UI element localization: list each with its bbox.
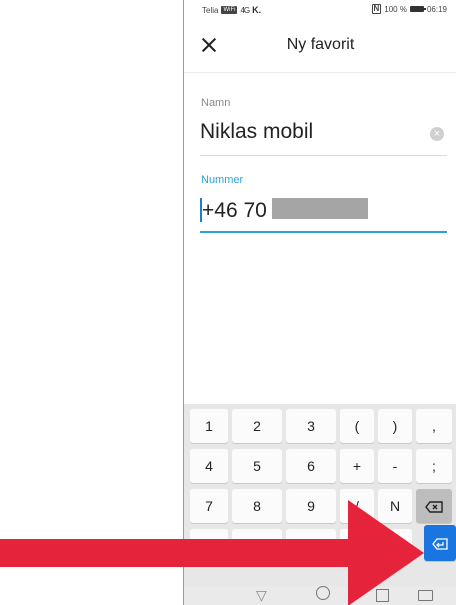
number-field[interactable]: +46 70 bbox=[200, 196, 447, 226]
key-2[interactable]: 2 bbox=[232, 409, 282, 443]
key-star[interactable]: * bbox=[190, 529, 228, 563]
carrier-badge: WiFi bbox=[221, 6, 238, 14]
key-7[interactable]: 7 bbox=[190, 489, 228, 523]
number-value: +46 70 bbox=[202, 199, 267, 222]
recents-icon[interactable] bbox=[376, 589, 389, 602]
key-5[interactable]: 5 bbox=[232, 449, 282, 483]
carrier-name: Telia bbox=[202, 5, 219, 15]
name-field-underline bbox=[200, 155, 447, 156]
enter-icon bbox=[432, 538, 448, 550]
key-open-paren[interactable]: ( bbox=[340, 409, 374, 443]
key-minus[interactable]: - bbox=[378, 449, 412, 483]
system-nav-bar: ▽ bbox=[184, 586, 456, 605]
name-label: Namn bbox=[201, 97, 231, 109]
battery-percent: 100 % bbox=[384, 4, 407, 14]
status-extra-icon: K. bbox=[252, 5, 262, 15]
key-0[interactable]: 0 bbox=[232, 529, 282, 563]
backspace-icon bbox=[425, 501, 443, 513]
key-space[interactable] bbox=[340, 529, 374, 563]
clear-icon[interactable]: × bbox=[430, 127, 444, 141]
backspace-key[interactable] bbox=[416, 489, 452, 523]
battery-icon bbox=[409, 6, 426, 12]
key-hash[interactable]: # bbox=[286, 529, 336, 563]
status-bar: Telia WiFi 4G K. N 100 % 06:19 bbox=[184, 0, 456, 20]
app-bar: Ny favorit bbox=[184, 20, 456, 73]
key-slash[interactable]: / bbox=[340, 489, 374, 523]
key-comma[interactable]: , bbox=[416, 409, 452, 443]
home-icon[interactable] bbox=[316, 586, 330, 600]
name-field[interactable]: Niklas mobil bbox=[200, 120, 313, 144]
key-3[interactable]: 3 bbox=[286, 409, 336, 443]
page-title: Ny favorit bbox=[286, 36, 355, 53]
clock: 06:19 bbox=[426, 4, 447, 14]
key-4[interactable]: 4 bbox=[190, 449, 228, 483]
key-plus[interactable]: + bbox=[340, 449, 374, 483]
carrier-info: Telia WiFi 4G K. bbox=[202, 5, 261, 15]
key-semicolon[interactable]: ; bbox=[416, 449, 452, 483]
key-blank[interactable] bbox=[378, 529, 412, 563]
signal-icon: 4G bbox=[240, 5, 250, 15]
number-label: Nummer bbox=[201, 174, 244, 186]
keyboard-icon[interactable] bbox=[418, 590, 433, 601]
key-6[interactable]: 6 bbox=[286, 449, 336, 483]
key-1[interactable]: 1 bbox=[190, 409, 228, 443]
enter-key[interactable] bbox=[424, 525, 456, 561]
status-right: N 100 % 06:19 bbox=[371, 4, 447, 14]
key-9[interactable]: 9 bbox=[286, 489, 336, 523]
number-field-underline bbox=[200, 231, 447, 233]
key-8[interactable]: 8 bbox=[232, 489, 282, 523]
phone-screen: Telia WiFi 4G K. N 100 % 06:19 Ny favori… bbox=[183, 0, 456, 605]
redacted-digits bbox=[272, 198, 368, 219]
numeric-keyboard: 1 2 3 ( ) , 4 5 6 + - ; 7 8 9 / N * 0 # bbox=[184, 404, 456, 586]
key-close-paren[interactable]: ) bbox=[378, 409, 412, 443]
back-icon[interactable]: ▽ bbox=[256, 587, 267, 604]
nfc-icon: N bbox=[371, 4, 382, 14]
key-n[interactable]: N bbox=[378, 489, 412, 523]
